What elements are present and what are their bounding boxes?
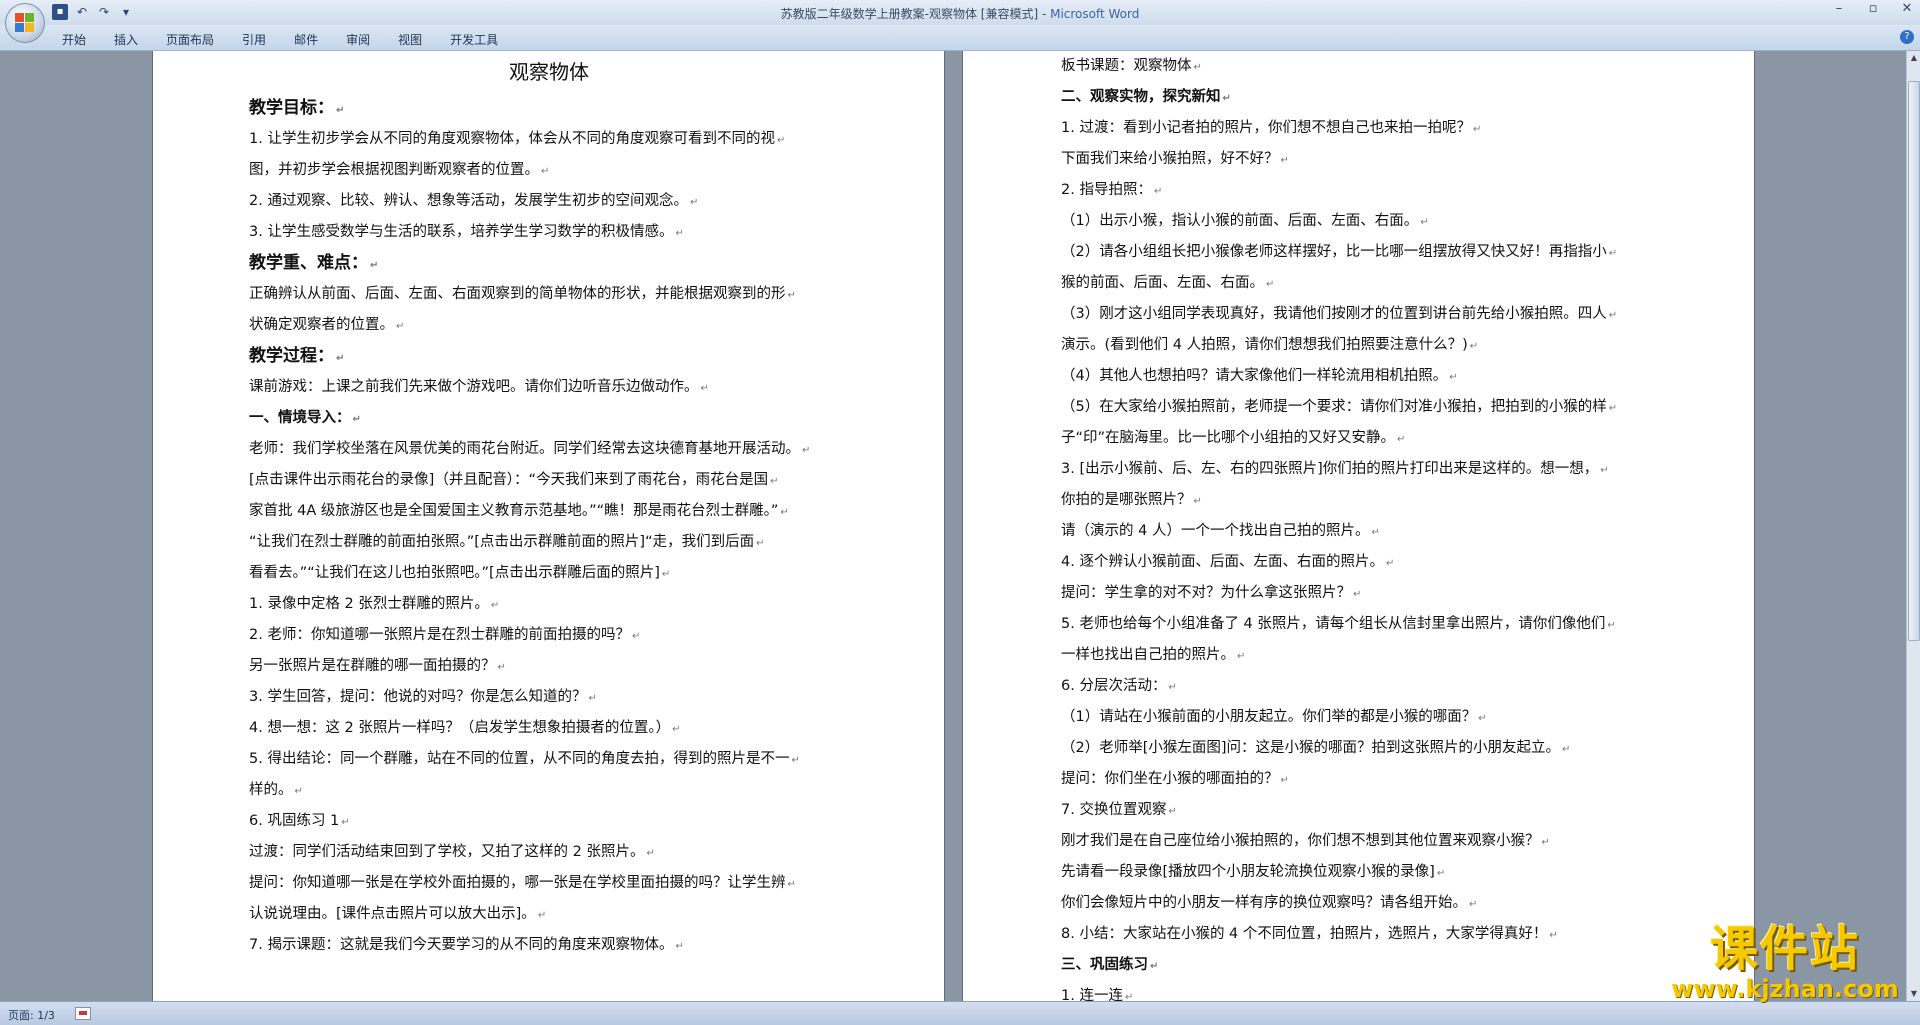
office-logo-icon bbox=[15, 13, 35, 33]
paragraph-line: 你拍的是哪张照片？ bbox=[1061, 485, 1661, 516]
paragraph-line: “让我们在烈士群雕的前面拍张照。”[点击出示群雕前面的照片]“走，我们到后面 bbox=[249, 527, 849, 558]
app-name: Microsoft Word bbox=[1050, 7, 1140, 21]
paragraph-line: 刚才我们是在自己座位给小猴拍照的，你们想不想到其他位置来观察小猴？ bbox=[1061, 826, 1661, 857]
tab-4[interactable]: 邮件 bbox=[280, 29, 332, 50]
scroll-up-icon[interactable]: ▲ bbox=[1908, 51, 1920, 65]
tab-7[interactable]: 开发工具 bbox=[436, 29, 512, 50]
scroll-thumb[interactable] bbox=[1908, 81, 1920, 641]
page-2[interactable]: 板书课题：观察物体二、观察实物，探究新知1. 过渡：看到小记者拍的照片，你们想不… bbox=[962, 51, 1755, 1001]
paragraph-line: 三、巩固练习 bbox=[1061, 950, 1661, 981]
paragraph-line: 老师：我们学校坐落在风景优美的雨花台附近。同学们经常去这块德育基地开展活动。 bbox=[249, 434, 849, 465]
status-bar: 页面: 1/3 bbox=[0, 1001, 1920, 1025]
paragraph-line: 1. 录像中定格 2 张烈士群雕的照片。 bbox=[249, 589, 849, 620]
section-heading: 教学目标： bbox=[249, 93, 849, 124]
tab-3[interactable]: 引用 bbox=[228, 29, 280, 50]
paragraph-line: 你们会像短片中的小朋友一样有序的换位观察吗？请各组开始。 bbox=[1061, 888, 1661, 919]
watermark-logo: 课件站 www.kjzhan.com bbox=[1665, 922, 1905, 1002]
paragraph-line: 板书课题：观察物体 bbox=[1061, 51, 1661, 82]
paragraph-line: 1. 让学生初步学会从不同的角度观察物体，体会从不同的角度观察可看到不同的视 bbox=[249, 124, 849, 155]
page-count[interactable]: 页面: 1/3 bbox=[8, 1007, 55, 1023]
paragraph-line: 8. 小结：大家站在小猴的 4 个不同位置，拍照片，选照片，大家学得真好！ bbox=[1061, 919, 1661, 950]
proofing-icon[interactable] bbox=[75, 1007, 91, 1020]
paragraph-line: 3. [出示小猴前、后、左、右的四张照片]你们拍的照片打印出来是这样的。想一想， bbox=[1061, 454, 1661, 485]
paragraph-line: 1. 过渡：看到小记者拍的照片，你们想不想自己也来拍一拍呢？ bbox=[1061, 113, 1661, 144]
page-1-content: 观察物体 教学目标：1. 让学生初步学会从不同的角度观察物体，体会从不同的角度观… bbox=[249, 51, 849, 961]
paragraph-line: 图，并初步学会根据视图判断观察者的位置。 bbox=[249, 155, 849, 186]
paragraph-line: 提问：学生拿的对不对？为什么拿这张照片？ bbox=[1061, 578, 1661, 609]
paragraph-line: 3. 学生回答，提问：他说的对吗？你是怎么知道的？ bbox=[249, 682, 849, 713]
paragraph-line: 状确定观察者的位置。 bbox=[249, 310, 849, 341]
paragraph-line: （3）刚才这小组同学表现真好，我请他们按刚才的位置到讲台前先给小猴拍照。四人 bbox=[1061, 299, 1661, 330]
paragraph-line: （5）在大家给小猴拍照前，老师提一个要求：请你们对准小猴拍，把拍到的小猴的样 bbox=[1061, 392, 1661, 423]
paragraph-line: 另一张照片是在群雕的哪一面拍摄的？ bbox=[249, 651, 849, 682]
scroll-down-icon[interactable]: ▼ bbox=[1908, 987, 1920, 1001]
paragraph-line: 一、情境导入： bbox=[249, 403, 849, 434]
watermark-url: www.kjzhan.com bbox=[1671, 975, 1899, 1003]
document-workspace: 观察物体 教学目标：1. 让学生初步学会从不同的角度观察物体，体会从不同的角度观… bbox=[0, 51, 1906, 1001]
window-controls: – ▫ ✕ bbox=[1832, 2, 1914, 16]
paragraph-line: 6. 巩固练习 1 bbox=[249, 806, 849, 837]
vertical-scrollbar[interactable]: ▲ ▼ bbox=[1906, 51, 1920, 1001]
window-title: 苏教版二年级数学上册教案-观察物体 [兼容模式] - Microsoft Wor… bbox=[0, 5, 1920, 22]
help-icon[interactable]: ? bbox=[1900, 30, 1914, 44]
paragraph-line: 一样也找出自己拍的照片。 bbox=[1061, 640, 1661, 671]
paragraph-line: 家首批 4A 级旅游区也是全国爱国主义教育示范基地。”“瞧！那是雨花台烈士群雕。… bbox=[249, 496, 849, 527]
paragraph-line: （2）老师举[小猴左面图]问：这是小猴的哪面？拍到这张照片的小朋友起立。 bbox=[1061, 733, 1661, 764]
paragraph-line: 7. 揭示课题：这就是我们今天要学习的从不同的角度来观察物体。 bbox=[249, 930, 849, 961]
paragraph-line: 演示。(看到他们 4 人拍照，请你们想想我们拍照要注意什么？) bbox=[1061, 330, 1661, 361]
paragraph-line: 猴的前面、后面、左面、右面。 bbox=[1061, 268, 1661, 299]
section-heading: 教学过程： bbox=[249, 341, 849, 372]
paragraph-line: 二、观察实物，探究新知 bbox=[1061, 82, 1661, 113]
title-bar: ▪ ↶ ↷ ▾ 苏教版二年级数学上册教案-观察物体 [兼容模式] - Micro… bbox=[0, 0, 1920, 25]
minimize-icon[interactable]: – bbox=[1832, 2, 1846, 16]
paragraph-line: 先请看一段录像[播放四个小朋友轮流换位观察小猴的录像] bbox=[1061, 857, 1661, 888]
paragraph-line: 4. 逐个辨认小猴前面、后面、左面、右面的照片。 bbox=[1061, 547, 1661, 578]
paragraph-line: （4）其他人也想拍吗？请大家像他们一样轮流用相机拍照。 bbox=[1061, 361, 1661, 392]
document-title: 苏教版二年级数学上册教案-观察物体 [兼容模式] - bbox=[780, 7, 1051, 21]
paragraph-line: 看看去。”“让我们在这儿也拍张照吧。”[点击出示群雕后面的照片] bbox=[249, 558, 849, 589]
paragraph-line: 子“印”在脑海里。比一比哪个小组拍的又好又安静。 bbox=[1061, 423, 1661, 454]
close-icon[interactable]: ✕ bbox=[1900, 2, 1914, 16]
tab-0[interactable]: 开始 bbox=[48, 29, 100, 50]
paragraph-line: 1. 连一连 bbox=[1061, 981, 1661, 1001]
paragraph-line: 下面我们来给小猴拍照，好不好？ bbox=[1061, 144, 1661, 175]
paragraph-line: 5. 得出结论：同一个群雕，站在不同的位置，从不同的角度去拍，得到的照片是不一 bbox=[249, 744, 849, 775]
paragraph-line: 2. 老师：你知道哪一张照片是在烈士群雕的前面拍摄的吗？ bbox=[249, 620, 849, 651]
paragraph-line: （1）请站在小猴前面的小朋友起立。你们举的都是小猴的哪面？ bbox=[1061, 702, 1661, 733]
paragraph-line: 6. 分层次活动： bbox=[1061, 671, 1661, 702]
paragraph-line: 2. 指导拍照： bbox=[1061, 175, 1661, 206]
maximize-icon[interactable]: ▫ bbox=[1866, 2, 1880, 16]
page-2-content: 板书课题：观察物体二、观察实物，探究新知1. 过渡：看到小记者拍的照片，你们想不… bbox=[1061, 51, 1661, 1001]
paragraph-line: 课前游戏：上课之前我们先来做个游戏吧。请你们边听音乐边做动作。 bbox=[249, 372, 849, 403]
paragraph-line: 7. 交换位置观察 bbox=[1061, 795, 1661, 826]
paragraph-line: 2. 通过观察、比较、辨认、想象等活动，发展学生初步的空间观念。 bbox=[249, 186, 849, 217]
paragraph-line: [点击课件出示雨花台的录像]（并且配音）：“今天我们来到了雨花台，雨花台是国 bbox=[249, 465, 849, 496]
ribbon: 开始 插入 页面布局 引用 邮件 审阅 视图 开发工具 ? bbox=[0, 25, 1920, 51]
paragraph-line: （1）出示小猴，指认小猴的前面、后面、左面、右面。 bbox=[1061, 206, 1661, 237]
paragraph-line: 5. 老师也给每个小组准备了 4 张照片，请每个组长从信封里拿出照片，请你们像他… bbox=[1061, 609, 1661, 640]
office-button[interactable] bbox=[5, 3, 45, 43]
paragraph-line: 提问：你们坐在小猴的哪面拍的？ bbox=[1061, 764, 1661, 795]
paragraph-line: （2）请各小组组长把小猴像老师这样摆好，比一比哪一组摆放得又快又好！再指指小 bbox=[1061, 237, 1661, 268]
tab-5[interactable]: 审阅 bbox=[332, 29, 384, 50]
paragraph-line: 样的。 bbox=[249, 775, 849, 806]
tab-1[interactable]: 插入 bbox=[100, 29, 152, 50]
paragraph-line: 请（演示的 4 人）一个一个找出自己拍的照片。 bbox=[1061, 516, 1661, 547]
tab-2[interactable]: 页面布局 bbox=[152, 29, 228, 50]
paragraph-line: 3. 让学生感受数学与生活的联系，培养学生学习数学的积极情感。 bbox=[249, 217, 849, 248]
paragraph-line: 过渡：同学们活动结束回到了学校，又拍了这样的 2 张照片。 bbox=[249, 837, 849, 868]
ribbon-tabs: 开始 插入 页面布局 引用 邮件 审阅 视图 开发工具 bbox=[48, 29, 512, 50]
paragraph-line: 正确辨认从前面、后面、左面、右面观察到的简单物体的形状，并能根据观察到的形 bbox=[249, 279, 849, 310]
document-heading: 观察物体 bbox=[509, 60, 589, 84]
paragraph-line: 提问：你知道哪一张是在学校外面拍摄的，哪一张是在学校里面拍摄的吗？让学生辨 bbox=[249, 868, 849, 899]
page-1[interactable]: 观察物体 教学目标：1. 让学生初步学会从不同的角度观察物体，体会从不同的角度观… bbox=[152, 51, 945, 1001]
section-heading: 教学重、难点： bbox=[249, 248, 849, 279]
paragraph-line: 4. 想一想：这 2 张照片一样吗？（启发学生想象拍摄者的位置。） bbox=[249, 713, 849, 744]
paragraph-line: 认说说理由。[课件点击照片可以放大出示]。 bbox=[249, 899, 849, 930]
tab-6[interactable]: 视图 bbox=[384, 29, 436, 50]
watermark-text: 课件站 bbox=[1709, 921, 1860, 977]
